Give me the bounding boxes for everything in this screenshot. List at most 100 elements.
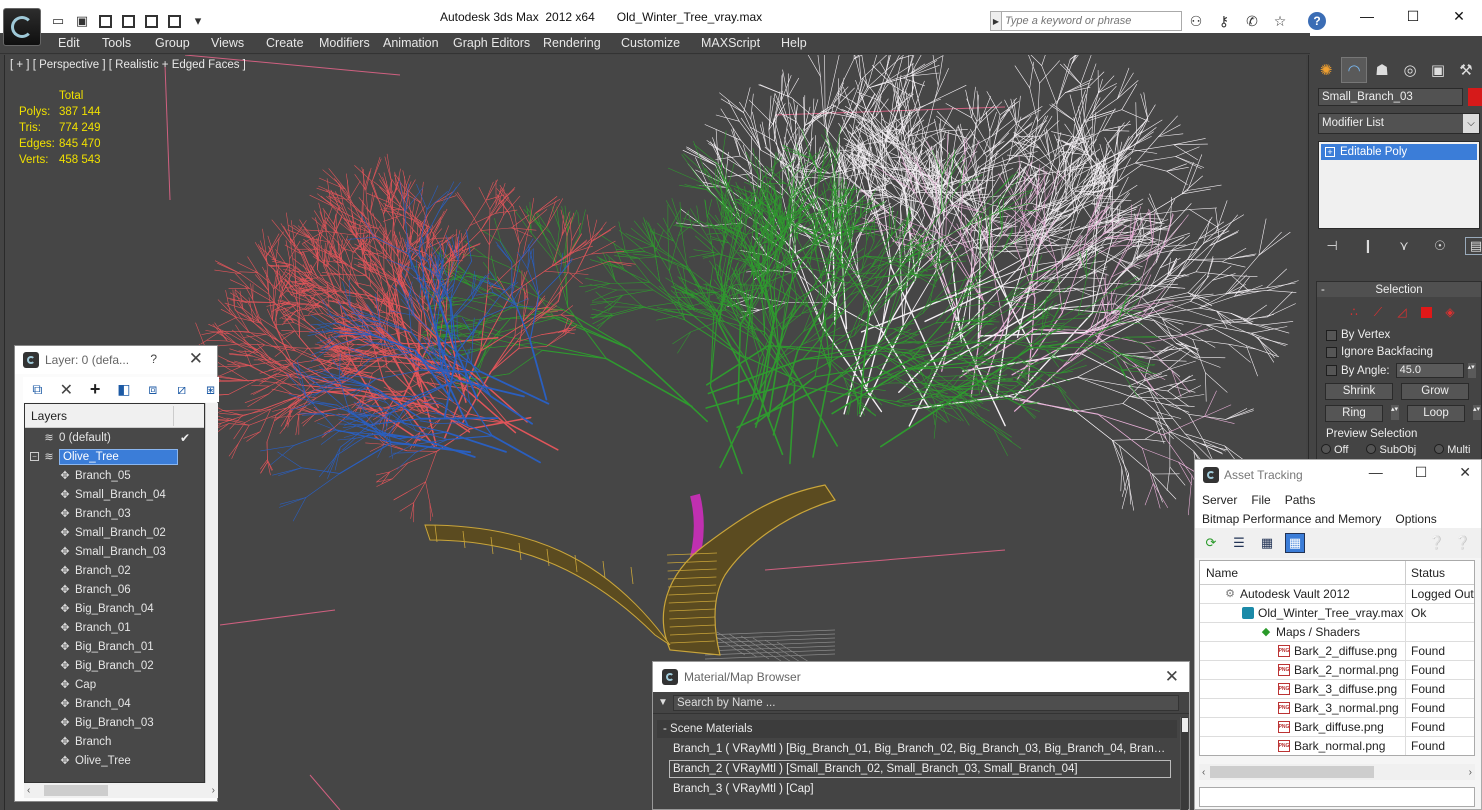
white-branch [1041, 55, 1046, 66]
help-icon[interactable]: ? [1308, 12, 1326, 30]
qat-dropdown-icon[interactable]: ▾ [188, 12, 208, 30]
white-branch [750, 173, 783, 196]
white-branch [1037, 115, 1046, 136]
white-branch [1142, 259, 1188, 291]
white-branch [1190, 301, 1217, 312]
white-branch [1231, 275, 1249, 291]
menu-help[interactable]: Help [781, 36, 807, 50]
open-icon[interactable]: ▭ [48, 12, 68, 30]
white-branch [1065, 86, 1091, 93]
menu-customize[interactable]: Customize [621, 36, 680, 50]
red-branch [217, 299, 231, 313]
green-branch [1003, 227, 1013, 249]
project-folder-icon[interactable] [168, 14, 181, 28]
pink-branch [1036, 258, 1067, 288]
green-branch [704, 199, 708, 218]
green-branch [889, 322, 937, 345]
menu-views[interactable]: Views [211, 36, 244, 50]
white-branch [989, 111, 997, 132]
satellite-icon[interactable]: ✆ [1242, 11, 1262, 31]
white-branch [773, 98, 788, 124]
white-branch [1266, 291, 1293, 318]
red-branch [358, 197, 371, 213]
binoculars-icon[interactable]: ⚇ [1186, 11, 1206, 31]
green-branch [965, 195, 994, 227]
quick-access-toolbar: ▭ ▣ ▾ [48, 10, 208, 32]
white-branch [1037, 82, 1040, 122]
white-branch [1166, 404, 1195, 407]
white-branch [1228, 343, 1256, 350]
menu-rendering[interactable]: Rendering [543, 36, 601, 50]
white-branch [1231, 275, 1258, 277]
white-branch [1028, 55, 1040, 84]
green-branch [893, 328, 918, 336]
menu-tools[interactable]: Tools [102, 36, 131, 50]
white-branch [962, 352, 1081, 372]
white-branch [1166, 466, 1171, 491]
keyword-search-input[interactable] [1002, 11, 1182, 31]
white-branch [1112, 439, 1122, 469]
red-branch [367, 264, 396, 291]
white-branch [1122, 403, 1151, 419]
menu-modifiers[interactable]: Modifiers [319, 36, 370, 50]
red-branch [328, 168, 346, 190]
maximize-button[interactable]: ☐ [1390, 0, 1436, 32]
white-branch [1150, 283, 1178, 286]
red-branch [309, 194, 332, 206]
app-logo-icon[interactable] [3, 8, 41, 46]
green-branch [1030, 341, 1083, 349]
white-branch [1212, 265, 1232, 281]
green-branch [706, 199, 713, 218]
green-branch [1021, 370, 1059, 389]
grid-helper-line [764, 549, 1006, 571]
white-branch [1189, 207, 1217, 210]
red-branch [229, 279, 250, 289]
window-controls: — ☐ ✕ [1344, 0, 1482, 32]
green-branch [462, 254, 487, 258]
search-expand-icon[interactable]: ▶ [990, 11, 1002, 31]
green-branch [542, 233, 564, 261]
white-branch [1147, 267, 1161, 294]
redo-icon[interactable] [145, 14, 158, 28]
red-branch [390, 219, 394, 259]
pink-branch [1097, 413, 1164, 436]
white-branch [787, 77, 800, 98]
white-branch [759, 84, 792, 98]
red-branch [514, 307, 518, 337]
close-button[interactable]: ✕ [1436, 0, 1482, 32]
favorites-star-icon[interactable]: ☆ [1270, 11, 1290, 31]
white-branch [723, 167, 762, 188]
save-icon[interactable]: ▣ [72, 12, 92, 30]
green-branch [1041, 296, 1048, 319]
green-branch [941, 152, 950, 176]
white-branch [732, 128, 741, 157]
red-branch [212, 323, 228, 342]
red-branch [416, 222, 419, 244]
pink-branch [1144, 482, 1154, 506]
white-branch [969, 195, 1002, 200]
white-branch [727, 100, 740, 122]
undo-icon[interactable] [122, 14, 135, 28]
white-branch [941, 107, 954, 132]
menu-animation[interactable]: Animation [383, 36, 439, 50]
white-branch [824, 126, 869, 181]
white-branch [887, 82, 913, 98]
green-branch [871, 235, 892, 268]
green-branch [737, 324, 742, 405]
green-branch [628, 347, 709, 423]
new-scene-icon[interactable] [99, 14, 112, 28]
menu-group[interactable]: Group [155, 36, 190, 50]
minimize-button[interactable]: — [1344, 0, 1390, 32]
menu-maxscript[interactable]: MAXScript [701, 36, 760, 50]
menu-create[interactable]: Create [266, 36, 304, 50]
menu-graph-editors[interactable]: Graph Editors [453, 36, 530, 50]
menu-edit[interactable]: Edit [58, 36, 80, 50]
white-branch [1135, 162, 1167, 172]
green-branch [966, 400, 990, 412]
white-branch [1225, 255, 1260, 294]
white-branch [1209, 232, 1238, 246]
white-branch [1179, 243, 1204, 274]
white-branch [1104, 292, 1142, 298]
key-icon[interactable]: ⚷ [1214, 11, 1234, 31]
red-branch [244, 349, 252, 367]
